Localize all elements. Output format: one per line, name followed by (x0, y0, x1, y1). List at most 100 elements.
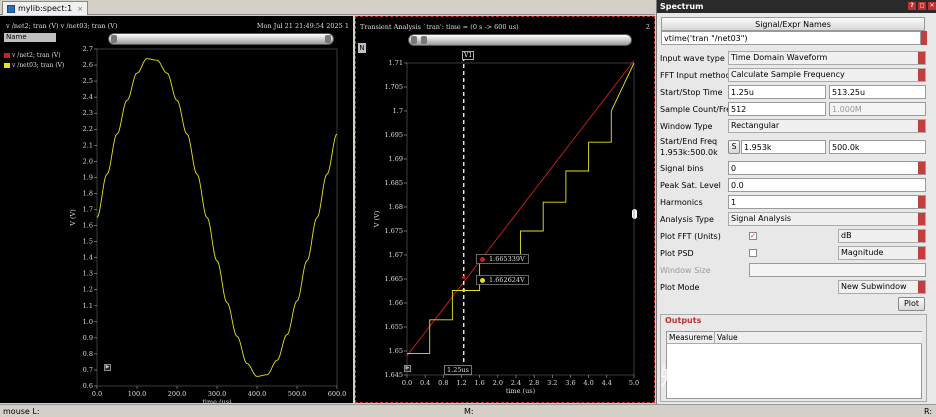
y-tick-label: 1.65 (389, 347, 403, 355)
y-tick-label: 1.5 (83, 238, 93, 246)
fft-units-select[interactable]: dB (838, 229, 926, 243)
chevron-down-icon (918, 230, 925, 242)
start-time-field[interactable]: 1.25u (728, 85, 826, 99)
close-icon[interactable]: × (77, 5, 83, 13)
plot-psd-checkbox[interactable] (749, 249, 757, 257)
fft-input-method-select[interactable]: Calculate Sample Frequency (728, 68, 926, 82)
chevron-down-icon (918, 213, 925, 225)
y-tick-label: 1.665 (384, 275, 403, 283)
window-type-select[interactable]: Rectangular (728, 119, 926, 133)
psd-mode-select[interactable]: Magnitude (838, 246, 926, 260)
y-tick-label: 2.6 (83, 61, 93, 69)
end-freq-field[interactable]: 500.0k (829, 140, 926, 154)
right-plot-pane[interactable]: Transient Analysis `tran': time = (0 s -… (355, 16, 655, 403)
x-tick-label: 500.0 (288, 390, 307, 398)
waveform-icon (7, 4, 15, 13)
y-tick-label: 1.68 (389, 203, 403, 211)
y-tick-label: 1.67 (389, 251, 403, 259)
y-tick-label: 1.66 (389, 299, 403, 307)
left-plot-pane[interactable]: v /net2; tran (V) v /net03; tran (V) Mon… (0, 16, 353, 403)
help-icon[interactable]: ? (908, 2, 916, 10)
y-tick-label: 1.1 (83, 302, 93, 310)
plot-fft-checkbox[interactable]: ✓ (749, 232, 757, 240)
x-tick-label: 200.0 (168, 390, 187, 398)
y-tick-label: 1.695 (384, 131, 403, 139)
y-tick-label: 1.4 (83, 254, 93, 262)
chevron-down-icon (918, 247, 925, 259)
signal-expression-field[interactable]: vtime('tran "/net03") (661, 31, 921, 45)
plot-button[interactable]: Plot (898, 297, 925, 311)
column-header-measurement[interactable]: Measureme (667, 332, 715, 344)
tab-spect[interactable]: mylib:spect:1 × (2, 1, 89, 15)
y-tick-label: 1.655 (384, 323, 403, 331)
y-tick-label: 0.7 (83, 366, 93, 374)
status-bar: mouse L: M: R: (0, 404, 936, 417)
y-tick-label: 1.685 (384, 179, 403, 187)
label-window-size: Window Size (660, 266, 711, 275)
panel-title: Spectrum ? ◻ ✕ (657, 0, 936, 13)
label-sample-count: Sample Count/Fre (660, 105, 732, 114)
x-tick-label: 0.4 (420, 379, 430, 387)
spin-arrows-icon[interactable] (918, 162, 925, 174)
tab-label: mylib:spect:1 (18, 4, 73, 13)
float-icon[interactable]: ◻ (918, 2, 926, 10)
x-tick-label: 0.0 (92, 390, 102, 398)
chart-left: 0.6 0.7 0.8 0.9 1.0 1.1 1.2 1.3 1.4 1.5 1.6 1.7 1.8 1… (69, 45, 346, 403)
input-wave-type-select[interactable]: Time Domain Waveform (728, 51, 926, 65)
y-tick-label: 1.2 (83, 286, 93, 294)
chart-right: 1.645 1.65 1.655 1.66 1.665 1.67 1.675 1.68 1.68… (373, 57, 639, 395)
marker-point (462, 275, 466, 279)
plot-frame (96, 48, 338, 387)
close-icon[interactable]: ✕ (928, 2, 936, 10)
y-tick-label: 1.69 (389, 155, 403, 163)
harmonics-spinbox[interactable]: 1 (728, 195, 926, 209)
x-tick-label: 3.6 (565, 379, 575, 387)
peak-sat-level-field[interactable]: 0.0 (728, 178, 926, 192)
start-freq-field[interactable]: 1.953k (741, 140, 826, 154)
y-tick-label: 1.675 (384, 227, 403, 235)
marker-v1-label[interactable]: V1 (462, 51, 475, 60)
marker-value-net2[interactable]: 1.665339V (476, 254, 529, 264)
status-mouse-mid: M: (464, 407, 474, 416)
scroll-icon[interactable] (921, 31, 927, 45)
outputs-title: Outputs (665, 316, 702, 325)
chevron-down-icon (918, 69, 925, 81)
plot-mode-select[interactable]: New Subwindow (838, 280, 926, 294)
y-tick-label: 1.71 (389, 59, 403, 67)
chevron-down-icon (918, 52, 925, 64)
y-axis-label: V (V) (373, 210, 381, 228)
y-tick-label: 2.7 (83, 45, 93, 53)
y-tick-label: 1.7 (393, 107, 403, 115)
x-tick-label: 100.0 (128, 390, 147, 398)
y-tick-label: 0.6 (83, 382, 93, 390)
signal-bins-spinbox[interactable]: 0 (728, 161, 926, 175)
s-button[interactable]: S (728, 140, 740, 154)
window-size-field (749, 263, 926, 277)
label-start-stop-time: Start/Stop Time (660, 88, 723, 97)
y-tick-label: 1.7 (83, 205, 93, 213)
x-tick-label: 2.0 (493, 379, 503, 387)
x-tick-label: 2.4 (511, 379, 521, 387)
y-tick-label: 2.4 (83, 93, 93, 101)
label-peak-sat-level: Peak Sat. Level (660, 181, 721, 190)
y-tick-label: 2.2 (83, 125, 93, 133)
marker-value-net03[interactable]: 1.662624V (476, 275, 529, 285)
x-axis-label: time (us) (202, 398, 232, 403)
column-header-value[interactable]: Value (715, 332, 922, 344)
stop-time-field[interactable]: 513.25u (829, 85, 926, 99)
x-tick-label: 1.2 (456, 379, 466, 387)
x-tick-label: 0.0 (402, 379, 412, 387)
y-tick-label: 1.0 (83, 318, 93, 326)
sample-count-field[interactable]: 512 (728, 102, 826, 116)
marker-point (462, 288, 466, 293)
y-tick-label: 1.9 (83, 173, 93, 181)
y-tick-label: 1.705 (384, 83, 403, 91)
x-tick-label: 4.4 (602, 379, 612, 387)
spin-arrows-icon[interactable] (918, 196, 925, 208)
x-tick-label: 0.8 (438, 379, 448, 387)
analysis-type-select[interactable]: Signal Analysis (728, 212, 926, 226)
label-signal-bins: Signal bins (660, 164, 704, 173)
y-tick-label: 0.9 (83, 334, 93, 342)
x-tick-label: 3.2 (547, 379, 557, 387)
label-window-type: Window Type (660, 122, 713, 131)
